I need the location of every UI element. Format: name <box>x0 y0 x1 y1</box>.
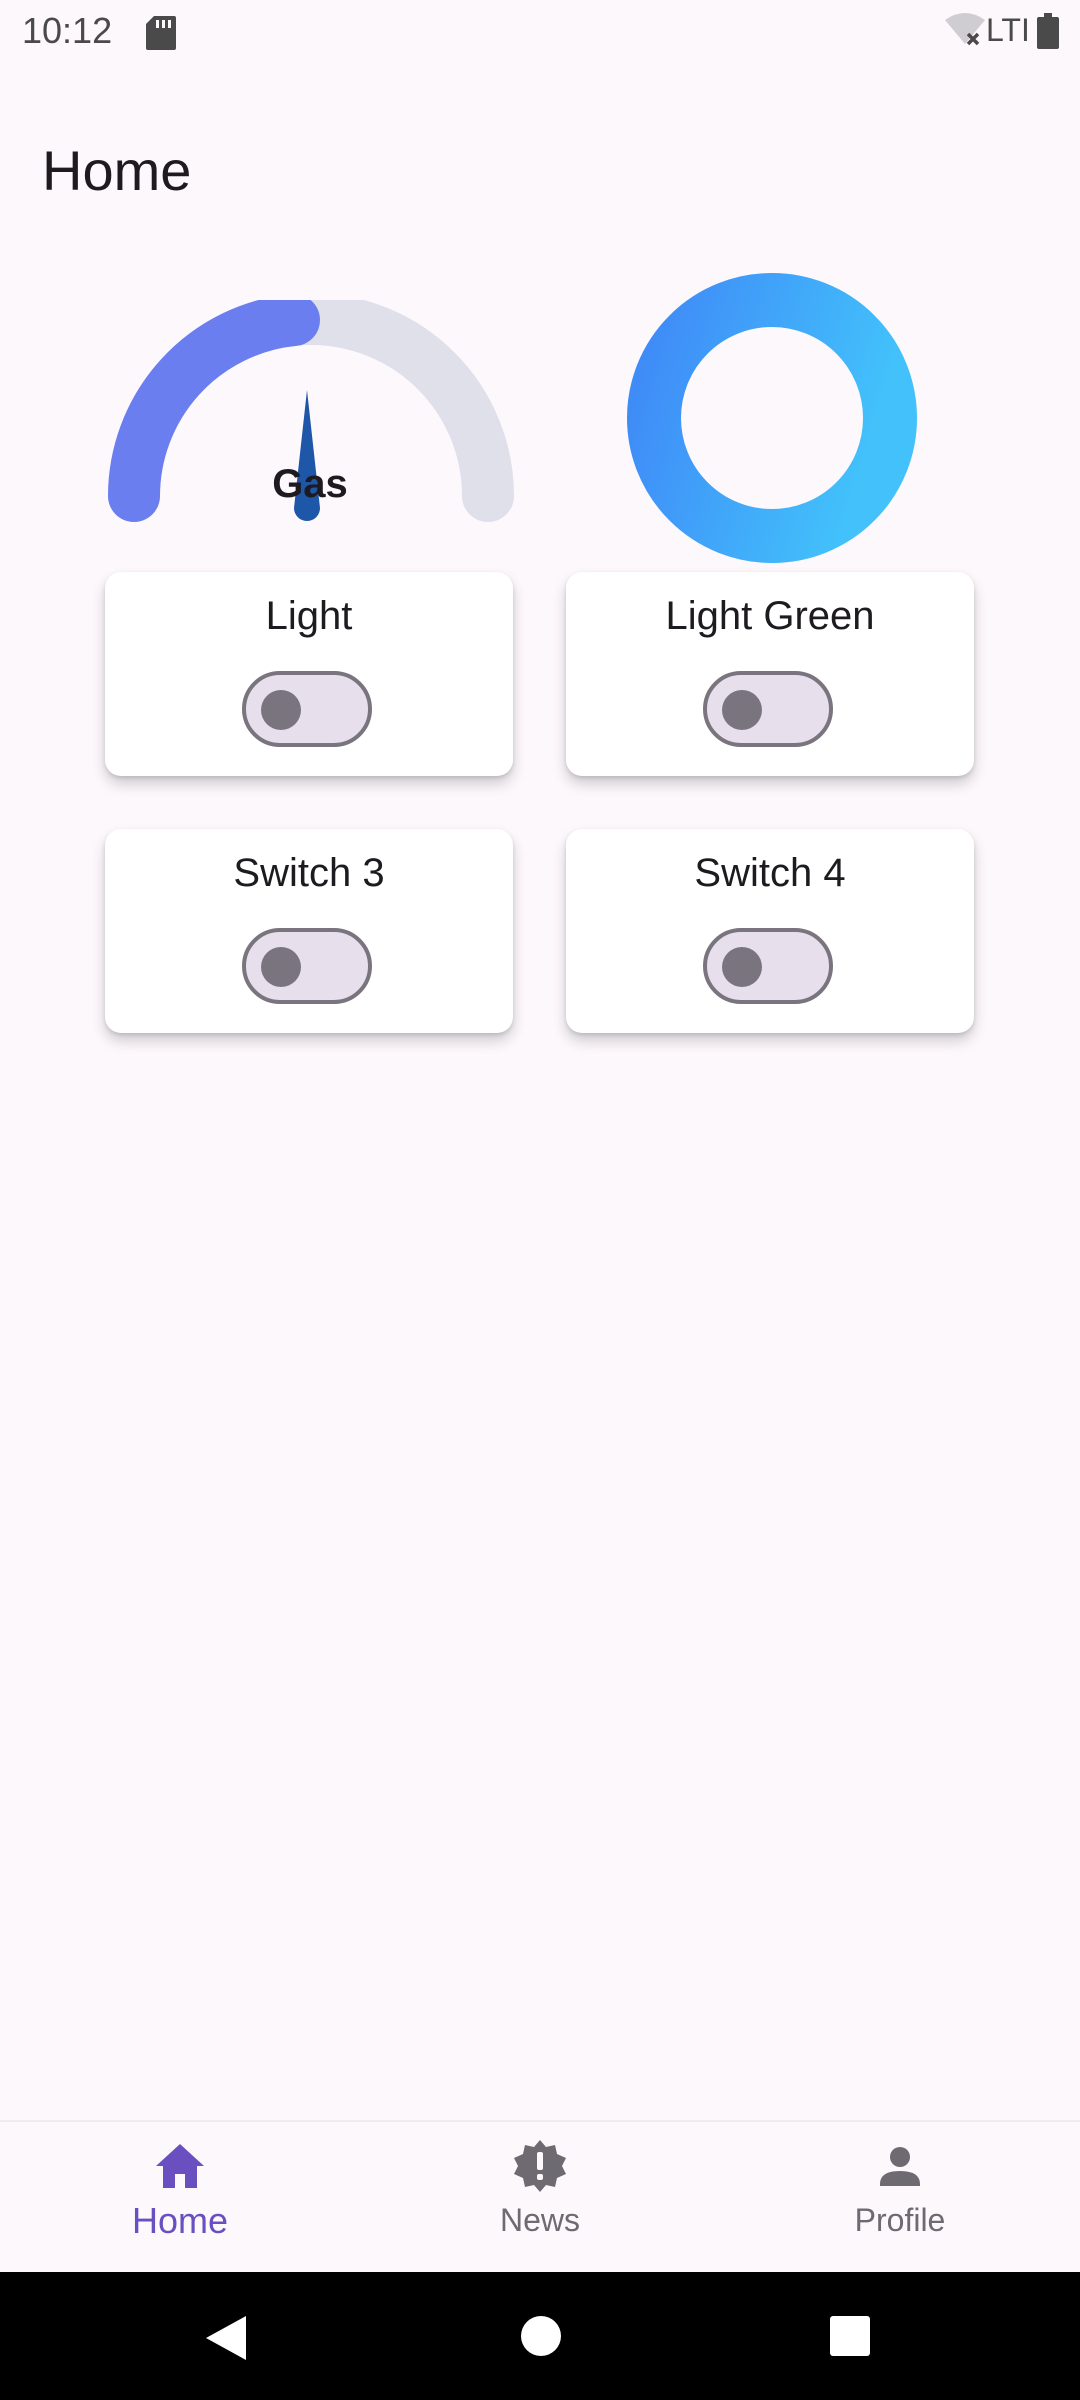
recents-square-icon[interactable] <box>830 2316 870 2356</box>
switch-4-toggle[interactable] <box>703 928 833 1004</box>
switch-card-3: Switch 3 <box>105 829 513 1033</box>
switch-knob <box>722 947 762 987</box>
switch-knob <box>722 690 762 730</box>
bottom-navigation: Home News Profile <box>0 2120 1080 2274</box>
donut-ring <box>627 273 917 563</box>
sd-card-icon <box>146 16 176 50</box>
switch-card-4: Switch 4 <box>566 829 974 1033</box>
nav-label-home: Home <box>131 2200 229 2241</box>
switch-3-toggle[interactable] <box>242 928 372 1004</box>
back-icon[interactable] <box>204 2314 248 2362</box>
home-circle-icon[interactable] <box>521 2316 561 2356</box>
battery-icon <box>1037 13 1059 49</box>
home-icon <box>156 2144 204 2188</box>
person-icon <box>880 2147 920 2186</box>
status-bar: 10:12 LTI <box>0 0 1080 64</box>
nav-label-news: News <box>499 2202 580 2238</box>
switch-knob <box>261 947 301 987</box>
status-time: 10:12 <box>22 10 113 51</box>
switch-card-light: Light <box>105 572 513 776</box>
light-green-switch[interactable] <box>703 671 833 747</box>
system-navigation-bar <box>0 2272 1080 2400</box>
nav-item-news[interactable]: News <box>360 2138 720 2268</box>
wifi-off-icon <box>945 13 985 46</box>
card-label: Switch 3 <box>233 851 385 895</box>
nav-label-profile: Profile <box>854 2202 946 2238</box>
network-label: LTI <box>986 12 1030 48</box>
page-title: Home <box>42 138 192 202</box>
switch-knob <box>261 690 301 730</box>
card-label: Switch 4 <box>694 851 846 895</box>
nav-item-profile[interactable]: Profile <box>720 2138 1080 2268</box>
card-label: Light Green <box>665 594 875 638</box>
switch-card-light-green: Light Green <box>566 572 974 776</box>
gauge-label: Gas <box>272 462 348 506</box>
card-label: Light <box>265 594 353 638</box>
news-badge-icon <box>514 2140 566 2192</box>
nav-item-home[interactable]: Home <box>0 2138 360 2268</box>
light-switch[interactable] <box>242 671 372 747</box>
